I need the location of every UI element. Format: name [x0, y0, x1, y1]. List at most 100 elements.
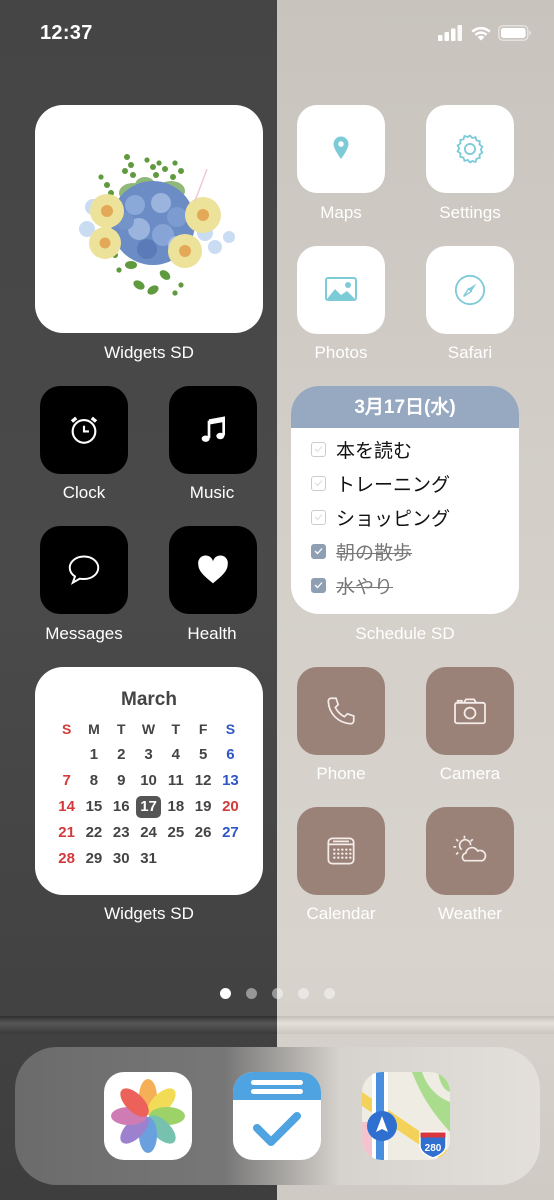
app-camera[interactable]: [426, 667, 514, 755]
checkmark-icon: [314, 480, 323, 487]
checkbox-unchecked[interactable]: [311, 509, 326, 525]
calendar-day: 26: [194, 824, 212, 841]
page-dot[interactable]: [323, 988, 335, 999]
route-shield-number: 280: [425, 1143, 442, 1154]
app-clock[interactable]: [40, 386, 128, 474]
calendar-day: 9: [117, 772, 126, 789]
checkbox-checked[interactable]: [311, 577, 326, 593]
image-icon: [325, 277, 357, 301]
calendar-day: [217, 848, 244, 870]
calendar-day: 11: [167, 772, 184, 789]
weekday-header: M: [88, 721, 100, 737]
app-camera-label: Camera: [439, 764, 501, 783]
calendar-day: 12: [194, 772, 212, 789]
app-photos-label: Photos: [314, 343, 368, 362]
calendar-day: 4: [171, 746, 180, 763]
calendar-day: 6: [226, 746, 235, 763]
app-maps-label: Maps: [320, 203, 362, 222]
calendar-day: 29: [85, 850, 103, 867]
schedule-widget[interactable]: 3月17日(水) 本を読むトレーニングショッピング朝の散歩水やり: [291, 386, 519, 614]
calendar-day: 21: [58, 824, 75, 841]
calendar-widget[interactable]: March S M T W T F S 1 2 3 4 5 6 7 8 9 10 11 12 13 14 15 16 17 18…: [35, 667, 263, 895]
page-dot[interactable]: [271, 988, 283, 999]
app-clock-label: Clock: [62, 483, 106, 502]
checkmark-icon: [314, 548, 323, 555]
weekday-header: S: [61, 721, 72, 737]
calendar-day: 3: [144, 746, 153, 763]
calendar-day: [189, 848, 216, 870]
calendar-day: 28: [58, 850, 75, 867]
flower-widget-label: Widgets SD: [104, 343, 194, 362]
task-item[interactable]: 水やり: [291, 568, 519, 602]
dock: 280: [15, 1047, 540, 1185]
task-text: 水やり: [336, 576, 394, 598]
status-icons: [438, 25, 532, 41]
app-safari[interactable]: [426, 246, 514, 334]
weekday-header: W: [141, 721, 156, 737]
calendar-day: 14: [58, 798, 75, 815]
calendar-month: March: [121, 689, 177, 710]
app-health-label: Health: [187, 624, 237, 643]
task-item[interactable]: トレーニング: [291, 466, 519, 500]
checkmark-icon: [314, 514, 323, 521]
task-item[interactable]: 本を読む: [291, 432, 519, 466]
calendar-day: 18: [167, 798, 185, 815]
app-calendar[interactable]: [297, 807, 385, 895]
calendar-day: 27: [222, 824, 239, 841]
calendar-day: 5: [198, 746, 208, 763]
page-indicator[interactable]: [0, 988, 554, 999]
flower-bouquet-image: [79, 154, 235, 296]
app-settings[interactable]: [426, 105, 514, 193]
task-list: 本を読むトレーニングショッピング朝の散歩水やり: [291, 428, 519, 602]
task-item[interactable]: 朝の散歩: [291, 534, 519, 568]
task-text: 朝の散歩: [336, 542, 413, 564]
calendar-day: 10: [140, 772, 157, 789]
app-maps[interactable]: [297, 105, 385, 193]
calendar-day: 2: [117, 746, 126, 763]
schedule-date: 3月17日(水): [291, 386, 519, 428]
page-dot[interactable]: [245, 988, 257, 999]
app-photos[interactable]: [297, 246, 385, 334]
flower-widget[interactable]: [35, 105, 263, 333]
task-text: トレーニング: [336, 474, 451, 496]
calendar-day: 20: [222, 798, 239, 815]
app-phone[interactable]: [297, 667, 385, 755]
calendar-day: 1: [89, 746, 99, 763]
app-weather[interactable]: [426, 807, 514, 895]
page-dot[interactable]: [297, 988, 309, 999]
checkmark-icon: [314, 582, 323, 589]
calendar-grid: S M T W T F S 1 2 3 4 5 6 7 8 9 10 11 12 13 14 15 16 17 18 19 20 21…: [53, 718, 263, 870]
app-safari-label: Safari: [447, 343, 493, 362]
calendar-day: [53, 744, 80, 766]
app-music[interactable]: [169, 386, 257, 474]
checkbox-unchecked[interactable]: [311, 475, 326, 491]
app-messages-label: Messages: [45, 624, 123, 643]
checkbox-unchecked[interactable]: [311, 441, 326, 457]
app-messages[interactable]: [40, 526, 128, 614]
calendar-day: 25: [167, 824, 185, 841]
dock-app-maps[interactable]: 280: [362, 1072, 450, 1160]
weekday-header: T: [171, 721, 181, 737]
wifi-icon: [471, 26, 491, 41]
dock-app-tasks[interactable]: [233, 1072, 321, 1160]
app-settings-label: Settings: [439, 203, 501, 222]
calendar-day: 23: [112, 824, 130, 841]
wallpaper-shelf: [277, 1016, 554, 1034]
calendar-widget-label: Widgets SD: [104, 904, 194, 923]
calendar-day: 13: [222, 772, 239, 789]
cellular-signal-icon: [438, 25, 462, 41]
camera-icon: [454, 698, 486, 725]
calendar-day: 22: [85, 824, 103, 841]
weekday-header: T: [116, 721, 126, 737]
dock-app-photos[interactable]: [104, 1072, 192, 1160]
task-item[interactable]: ショッピング: [291, 500, 519, 534]
app-music-label: Music: [189, 483, 235, 502]
calendar-day: 30: [112, 850, 130, 867]
calendar-day: 16: [112, 798, 130, 815]
calendar-day: 7: [62, 772, 71, 789]
app-health[interactable]: [169, 526, 257, 614]
page-dot[interactable]: [219, 988, 231, 999]
alarm-clock-icon: [70, 416, 98, 444]
checkbox-checked[interactable]: [311, 543, 326, 559]
weekday-header: F: [198, 721, 208, 737]
